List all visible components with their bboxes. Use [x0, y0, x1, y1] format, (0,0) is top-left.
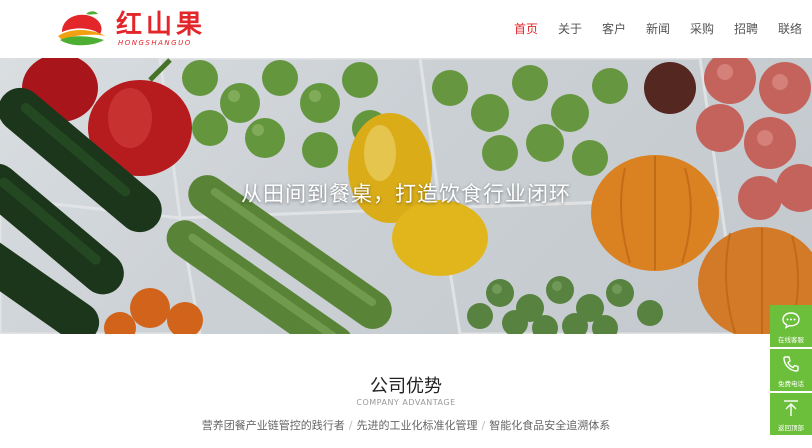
advantage-item: 智能化食品安全追溯体系	[489, 419, 611, 432]
hero-banner: 从田间到餐桌，打造饮食行业闭环	[0, 58, 812, 334]
nav-item-home[interactable]: 首页	[504, 0, 548, 58]
logo-icon	[58, 11, 106, 46]
nav-item-contact[interactable]: 联络	[768, 0, 812, 58]
brand-name: 红山果	[116, 10, 207, 40]
online-service-button[interactable]: 在线客服	[770, 305, 812, 347]
section-subtitle: COMPANY ADVANTAGE	[356, 398, 456, 407]
hero-slogan: 从田间到餐桌，打造饮食行业闭环	[241, 182, 571, 206]
nav-item-procurement[interactable]: 采购	[680, 0, 724, 58]
nav-item-news[interactable]: 新闻	[636, 0, 680, 58]
brand-logo[interactable]: 红山果 HONGSHANGUO	[56, 8, 216, 52]
free-call-button[interactable]: 免费电话	[770, 349, 812, 391]
advantage-item: 先进的工业化标准化管理	[356, 419, 478, 432]
advantage-item: 营养团餐产业链管控的践行者	[201, 419, 345, 432]
side-button-label: 返回顶部	[778, 424, 804, 432]
arrow-up-icon	[784, 400, 798, 416]
nav-item-recruitment[interactable]: 招聘	[724, 0, 768, 58]
side-button-label: 在线客服	[778, 336, 804, 344]
side-button-label: 免费电话	[778, 380, 804, 388]
phone-icon	[783, 356, 799, 372]
divider: /	[481, 419, 486, 432]
divider: /	[348, 419, 353, 432]
advantage-list: 营养团餐产业链管控的践行者 / 先进的工业化标准化管理 / 智能化食品安全追溯体系	[0, 417, 812, 433]
nav-item-clients[interactable]: 客户	[592, 0, 636, 58]
site-header: 红山果 HONGSHANGUO 首页 关于 客户 新闻 采购 招聘 联络	[0, 0, 812, 58]
floating-side-bar: 在线客服 免费电话 返回顶部	[770, 305, 812, 437]
main-nav: 首页 关于 客户 新闻 采购 招聘 联络	[504, 0, 812, 58]
back-to-top-button[interactable]: 返回顶部	[770, 393, 812, 435]
brand-subtitle: HONGSHANGUO	[118, 39, 192, 47]
nav-item-about[interactable]: 关于	[548, 0, 592, 58]
chat-icon	[782, 312, 800, 329]
section-title: 公司优势	[370, 376, 442, 397]
